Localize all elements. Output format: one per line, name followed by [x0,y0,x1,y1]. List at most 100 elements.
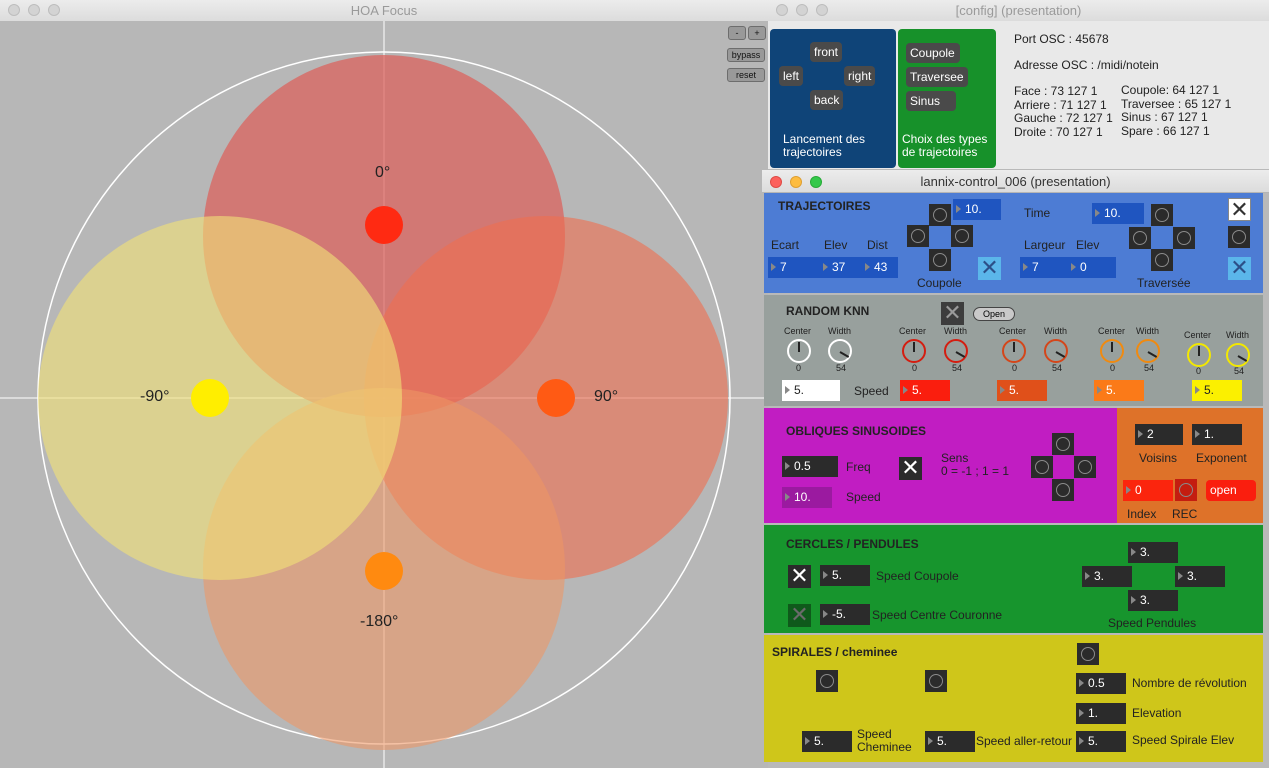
traversee-top-button[interactable] [1151,204,1173,226]
source-front[interactable] [365,206,403,244]
minimize-icon[interactable] [796,4,808,16]
coupole-x-toggle[interactable]: ✕ [978,257,1001,280]
spirale-bang-3[interactable] [1077,643,1099,665]
config-window: front left right back Lancement des traj… [768,21,1269,169]
front-button[interactable]: front [810,42,843,62]
knn-toggle[interactable]: ✕ [941,302,964,325]
trajectoires-bang[interactable] [1228,226,1250,248]
close-x-toggle[interactable]: ✕ [1228,198,1251,221]
index-number[interactable]: 0 [1123,480,1173,501]
traversee-left-button[interactable] [1129,227,1151,249]
revolution-number[interactable]: 0.5 [1076,673,1126,694]
traversee-right-button[interactable] [1173,227,1195,249]
center-knob-3[interactable] [1002,339,1026,363]
coupole-top-button[interactable] [929,204,951,226]
width-knob-2[interactable] [944,339,968,363]
center-value-3: 0 [1012,363,1018,373]
speed-number-5[interactable]: 5. [1192,380,1242,401]
width-knob-1[interactable] [828,339,852,363]
dist-number[interactable]: 43 [862,257,898,278]
ecart-number[interactable]: 7 [768,257,820,278]
reset-button[interactable]: reset [727,68,765,82]
coupole-button[interactable]: Coupole [906,43,960,63]
width-knob-3[interactable] [1044,339,1068,363]
coupole-left-button[interactable] [907,225,929,247]
knn-heading: RANDOM KNN [786,304,870,318]
zoom-icon[interactable] [816,4,828,16]
hoa-titlebar: HOA Focus [0,0,768,22]
window-title: HOA Focus [350,3,418,18]
traversee-bottom-button[interactable] [1151,249,1173,271]
center-knob-2[interactable] [902,339,926,363]
pendule-top-number[interactable]: 3. [1128,542,1178,563]
speed-number-1[interactable]: 5. [782,380,840,401]
spirale-bang-2[interactable] [925,670,947,692]
knn-open-button[interactable]: Open [973,307,1015,321]
cercles-toggle-1[interactable]: ✕ [788,565,811,588]
pendule-bottom-number[interactable]: 3. [1128,590,1178,611]
speed-coupole-label: Speed Coupole [876,569,959,583]
close-icon[interactable] [8,4,20,16]
sens-toggle[interactable]: ✕ [899,457,922,480]
speed-number-3[interactable]: 5. [997,380,1047,401]
center-knob-5[interactable] [1187,343,1211,367]
window-title: [config] (presentation) [955,3,1082,18]
hoa-canvas[interactable]: 0° -90° 90° -180° - + bypass reset [0,21,768,768]
source-left[interactable] [191,379,229,417]
time-number[interactable]: 10. [1092,203,1144,224]
source-right[interactable] [537,379,575,417]
center-knob-4[interactable] [1100,339,1124,363]
elev-number[interactable]: 37 [820,257,862,278]
traversee-x-toggle[interactable]: ✕ [1228,257,1251,280]
zoom-minus-button[interactable]: - [728,26,746,40]
rec-button[interactable] [1175,479,1197,501]
speed-aller-retour-number[interactable]: 5. [925,731,975,752]
elevation-number[interactable]: 1. [1076,703,1126,724]
obliques-right-button[interactable] [1074,456,1096,478]
pendule-left-number[interactable]: 3. [1082,566,1132,587]
freq-number[interactable]: 0.5 [782,456,838,477]
open-button[interactable]: open [1206,480,1256,501]
close-icon[interactable] [776,4,788,16]
minimize-icon[interactable] [28,4,40,16]
coupole-bottom-button[interactable] [929,249,951,271]
elev2-number[interactable]: 0 [1068,257,1116,278]
obliques-speed-label: Speed [846,490,881,504]
obliques-bottom-button[interactable] [1052,479,1074,501]
left-button[interactable]: left [779,66,804,86]
obliques-left-button[interactable] [1031,456,1053,478]
voisins-number[interactable]: 2 [1135,424,1183,445]
coupole-time-number[interactable]: 10. [953,199,1001,220]
obliques-top-button[interactable] [1052,433,1074,455]
width-knob-5[interactable] [1226,343,1250,367]
obliques-speed-number[interactable]: 10. [782,487,832,508]
index-label: Index [1127,507,1157,521]
speed-number-2[interactable]: 5. [900,380,950,401]
source-back[interactable] [365,552,403,590]
center-knob-1[interactable] [787,339,811,363]
zoom-icon[interactable] [48,4,60,16]
speed-cheminee-number[interactable]: 5. [802,731,852,752]
cercles-toggle-2[interactable]: ✕ [788,604,811,627]
right-button[interactable]: right [844,66,876,86]
zoom-icon[interactable] [810,176,822,188]
spirale-bang-1[interactable] [816,670,838,692]
back-button[interactable]: back [810,90,844,110]
close-icon[interactable] [770,176,782,188]
speed-centre-number[interactable]: -5. [820,604,870,625]
exponent-number[interactable]: 1. [1192,424,1242,445]
sinus-button[interactable]: Sinus [906,91,956,111]
width-knob-4[interactable] [1136,339,1160,363]
speed-coupole-number[interactable]: 5. [820,565,870,586]
traversee-button[interactable]: Traversee [906,67,968,87]
minimize-icon[interactable] [790,176,802,188]
zoom-plus-button[interactable]: + [748,26,766,40]
coupole-right-button[interactable] [951,225,973,247]
speed-number-4[interactable]: 5. [1094,380,1144,401]
pendule-right-number[interactable]: 3. [1175,566,1225,587]
gauche-mapping: Gauche : 72 127 1 [1014,111,1113,125]
bypass-button[interactable]: bypass [727,48,765,62]
speed-spirale-elev-number[interactable]: 5. [1076,731,1126,752]
center-label: Center [999,326,1027,336]
largeur-number[interactable]: 7 [1020,257,1068,278]
